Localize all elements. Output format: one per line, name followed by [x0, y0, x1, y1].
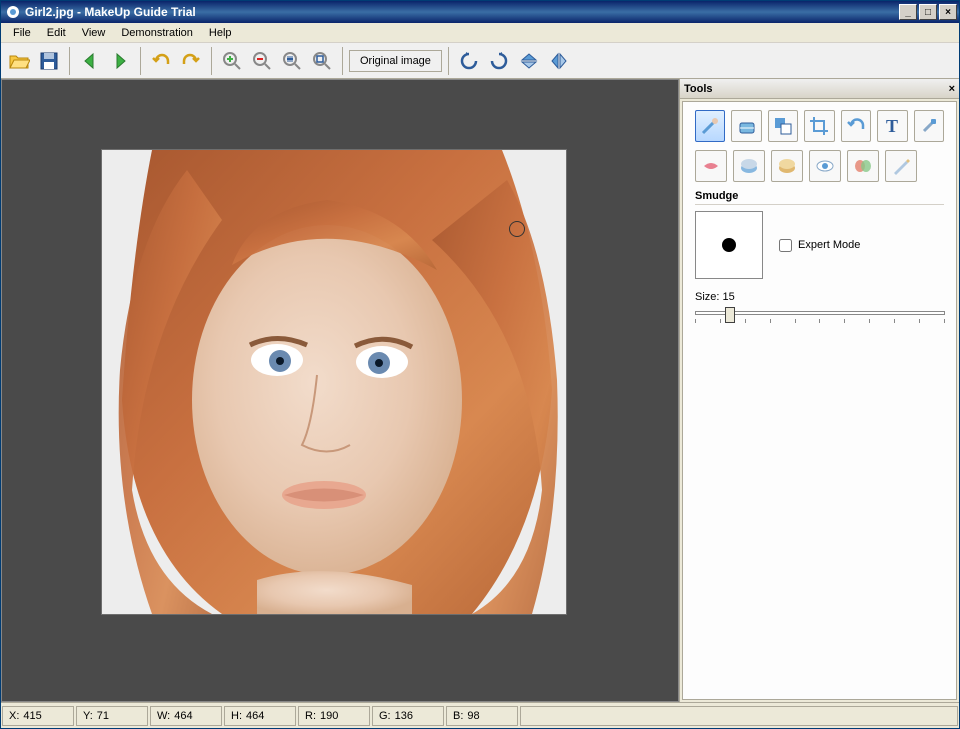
- window-title: Girl2.jpg - MakeUp Guide Trial: [25, 5, 899, 19]
- zoom-in-button[interactable]: [218, 47, 246, 75]
- original-image-button[interactable]: Original image: [349, 50, 442, 72]
- pencil-tool-button[interactable]: [885, 150, 917, 182]
- undo-tool-button[interactable]: [841, 110, 871, 142]
- redo-button[interactable]: [177, 47, 205, 75]
- open-button[interactable]: [5, 47, 33, 75]
- tool-row-2: [695, 150, 944, 182]
- text-tool-button[interactable]: T: [877, 110, 907, 142]
- crop-tool-button[interactable]: [804, 110, 834, 142]
- blush-tool-button[interactable]: [847, 150, 879, 182]
- status-r: R:190: [298, 706, 370, 726]
- powder-tool-button[interactable]: [733, 150, 765, 182]
- zoom-actual-button[interactable]: [308, 47, 336, 75]
- tools-panel-title: Tools: [684, 83, 949, 95]
- settings-tool-button[interactable]: [914, 110, 944, 142]
- back-button[interactable]: [76, 47, 104, 75]
- rotate-ccw-button[interactable]: [455, 47, 483, 75]
- minimize-button[interactable]: _: [899, 4, 917, 20]
- tools-panel: Tools × T Smudge: [679, 79, 959, 702]
- eyeshadow-tool-button[interactable]: [771, 150, 803, 182]
- undo-button[interactable]: [147, 47, 175, 75]
- status-g: G:136: [372, 706, 444, 726]
- save-button[interactable]: [35, 47, 63, 75]
- svg-text:T: T: [886, 116, 898, 136]
- status-y: Y:71: [76, 706, 148, 726]
- brush-cursor-icon: [509, 221, 525, 237]
- status-h: H:464: [224, 706, 296, 726]
- tools-panel-header: Tools ×: [680, 79, 959, 99]
- close-button[interactable]: ×: [939, 4, 957, 20]
- main-toolbar: Original image: [1, 43, 959, 79]
- size-label: Size: 15: [695, 291, 944, 303]
- menu-demonstration[interactable]: Demonstration: [113, 25, 201, 41]
- menu-edit[interactable]: Edit: [39, 25, 74, 41]
- status-empty: [520, 706, 958, 726]
- expert-mode-input[interactable]: [779, 239, 792, 252]
- zoom-fit-button[interactable]: [278, 47, 306, 75]
- menu-help[interactable]: Help: [201, 25, 240, 41]
- rotate-cw-button[interactable]: [485, 47, 513, 75]
- flip-vertical-button[interactable]: [515, 47, 543, 75]
- flip-horizontal-button[interactable]: [545, 47, 573, 75]
- tools-panel-close-button[interactable]: ×: [949, 83, 955, 95]
- brush-preview: [695, 211, 763, 279]
- brush-dot-icon: [722, 238, 736, 252]
- lips-tool-button[interactable]: [695, 150, 727, 182]
- tool-section-label: Smudge: [695, 190, 944, 205]
- size-slider[interactable]: [695, 307, 945, 327]
- smudge-tool-button[interactable]: [695, 110, 725, 142]
- eye-tool-button[interactable]: [809, 150, 841, 182]
- menubar: File Edit View Demonstration Help: [1, 23, 959, 43]
- maximize-button[interactable]: □: [919, 4, 937, 20]
- menu-view[interactable]: View: [74, 25, 114, 41]
- tool-row-1: T: [695, 110, 944, 142]
- expert-mode-label: Expert Mode: [798, 239, 860, 251]
- menu-file[interactable]: File: [5, 25, 39, 41]
- canvas-area[interactable]: [1, 79, 679, 702]
- status-w: W:464: [150, 706, 222, 726]
- forward-button[interactable]: [106, 47, 134, 75]
- window-titlebar: Girl2.jpg - MakeUp Guide Trial _ □ ×: [1, 1, 959, 23]
- statusbar: X:415 Y:71 W:464 H:464 R:190 G:136 B:98: [1, 702, 959, 728]
- resize-tool-button[interactable]: [768, 110, 798, 142]
- status-x: X:415: [2, 706, 74, 726]
- expert-mode-checkbox[interactable]: Expert Mode: [779, 239, 860, 252]
- image-canvas[interactable]: [102, 150, 566, 614]
- app-icon: [5, 4, 21, 20]
- erase-tool-button[interactable]: [731, 110, 761, 142]
- slider-ticks: [695, 319, 945, 323]
- status-b: B:98: [446, 706, 518, 726]
- zoom-out-button[interactable]: [248, 47, 276, 75]
